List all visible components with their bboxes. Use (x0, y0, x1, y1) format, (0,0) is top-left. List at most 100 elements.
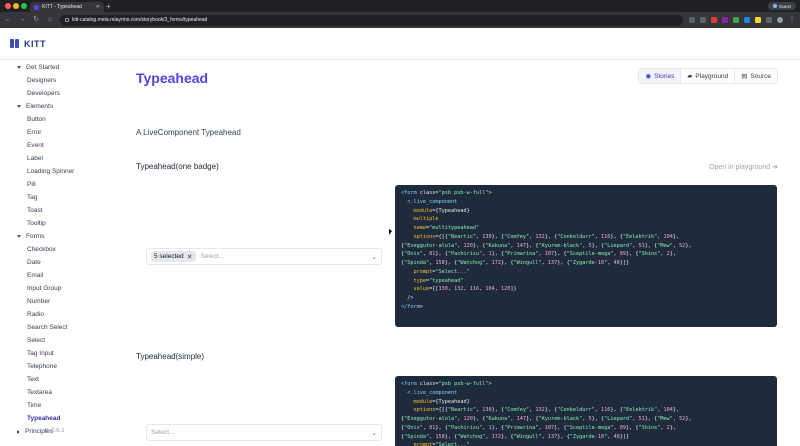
sidebar-group-get-started[interactable]: Get Started (0, 61, 108, 74)
sidebar: Get Started Designers Developers Elements Bu… (0, 60, 108, 446)
star-icon[interactable] (700, 17, 706, 23)
sidebar-item-developers[interactable]: Developers (0, 87, 108, 100)
favicon-icon (34, 4, 39, 10)
sidebar-item-pill[interactable]: Pill (0, 178, 108, 191)
maximize-window-button[interactable] (21, 3, 27, 9)
sidebar-item-email[interactable]: Email (0, 269, 108, 282)
tab-stories[interactable]: ◉ Stories (639, 69, 681, 83)
sidebar-group-label: Forms (26, 233, 45, 240)
sidebar-item-toast[interactable]: Toast (0, 204, 108, 217)
sidebar-item-error[interactable]: Error (0, 126, 108, 139)
sidebar-item-tag[interactable]: Tag (0, 191, 108, 204)
extension-icon[interactable] (744, 17, 750, 23)
sidebar-item-loading-spinner[interactable]: Loading Spinner (0, 165, 108, 178)
zoom-icon[interactable] (689, 17, 695, 23)
sidebar-item-radio[interactable]: Radio (0, 308, 108, 321)
browser-tab[interactable]: KITT - Typeahead ✕ (30, 2, 104, 12)
eye-icon: ◉ (645, 73, 652, 80)
profile-label: Guest (778, 3, 791, 9)
view-switcher: ◉ Stories ▰ Playground ▤ Source (638, 68, 778, 84)
open-in-playground-link[interactable]: Open in playground ➜ (709, 163, 778, 171)
caret-down-icon (17, 105, 21, 108)
address-bar[interactable]: kitt-catalog.meta.relayrms.com/storybook… (60, 14, 683, 26)
selected-count-badge: 5 selected ✕ (151, 251, 196, 262)
link-label: Open in playground (709, 164, 771, 171)
menu-icon[interactable]: ⋮ (788, 16, 796, 24)
forward-icon[interactable]: → (18, 16, 26, 24)
sidebar-group-elements[interactable]: Elements (0, 100, 108, 113)
typeahead-simple[interactable]: ⌄ (146, 424, 382, 441)
sidebar-item-tooltip[interactable]: Tooltip (0, 217, 108, 230)
file-icon: ▤ (741, 73, 748, 80)
sidebar-group-label: Get Started (26, 64, 60, 71)
sidebar-item-designers[interactable]: Designers (0, 74, 108, 87)
extension-icon[interactable] (711, 17, 717, 23)
chevron-down-icon[interactable]: ⌄ (371, 429, 377, 437)
sidebar-item-typeahead[interactable]: Typeahead (0, 412, 108, 425)
sidebar-item-search-select[interactable]: Search Select (0, 321, 108, 334)
browser-tabstrip: KITT - Typeahead ✕ + Guest (0, 0, 800, 12)
url-text: kitt-catalog.meta.relayrms.com/storybook… (72, 17, 208, 23)
sidebar-item-event[interactable]: Event (0, 139, 108, 152)
sidebar-group-forms[interactable]: Forms (0, 230, 108, 243)
tab-playground[interactable]: ▰ Playground (680, 69, 734, 83)
book-logo-icon (10, 39, 20, 48)
page-subtitle: A LiveComponent Typeahead (136, 128, 241, 137)
mouse-cursor-icon (389, 229, 392, 235)
caret-right-icon (17, 429, 20, 434)
extension-icon[interactable] (755, 17, 761, 23)
sidebar-item-select[interactable]: Select (0, 334, 108, 347)
sidebar-item-label[interactable]: Label (0, 152, 108, 165)
page: KITT Get Started Designers Developers Eleme… (0, 28, 800, 446)
sidebar-item-telephone[interactable]: Telephone (0, 360, 108, 373)
caret-down-icon (17, 235, 21, 238)
close-tab-icon[interactable]: ✕ (96, 4, 100, 10)
browser-toolbar: ← → ↻ ⌂ kitt-catalog.meta.relayrms.com/s… (0, 12, 800, 28)
extensions-icon[interactable] (766, 17, 772, 23)
version-text: 0.6.1 (51, 427, 65, 434)
back-icon[interactable]: ← (4, 16, 12, 24)
main-content: Typeahead A LiveComponent Typeahead ◉ St… (136, 60, 778, 446)
gamepad-icon: ▰ (687, 73, 693, 80)
sidebar-item-date[interactable]: Date (0, 256, 108, 269)
reload-icon[interactable]: ↻ (32, 16, 40, 24)
sidebar-item-text[interactable]: Text (0, 373, 108, 386)
home-icon[interactable]: ⌂ (46, 16, 54, 24)
profile-button[interactable]: Guest (767, 2, 796, 10)
sidebar-group-label: Elements (26, 103, 54, 110)
new-tab-icon[interactable]: + (106, 2, 111, 11)
typeahead-input[interactable] (151, 429, 367, 436)
github-icon: ◍ (44, 428, 50, 434)
extension-icon[interactable] (733, 17, 739, 23)
sidebar-item-input-group[interactable]: Input Group (0, 282, 108, 295)
sidebar-item-number[interactable]: Number (0, 295, 108, 308)
clear-selection-icon[interactable]: ✕ (187, 253, 193, 261)
tab-source[interactable]: ▤ Source (734, 69, 777, 83)
typeahead-multi[interactable]: 5 selected ✕ ⌄ (146, 248, 382, 265)
sidebar-item-tag-input[interactable]: Tag Input (0, 347, 108, 360)
minimize-window-button[interactable] (13, 3, 19, 9)
arrow-right-icon: ➜ (772, 164, 778, 171)
code-snippet: <form class="psb psb-w-full"> <.live_com… (395, 376, 777, 446)
sidebar-item-textarea[interactable]: Textarea (0, 386, 108, 399)
story-title: Typeahead(one badge) (136, 162, 219, 171)
sidebar-item-button[interactable]: Button (0, 113, 108, 126)
tab-label: Source (750, 72, 771, 80)
extension-icon[interactable] (722, 17, 728, 23)
sidebar-item-checkbox[interactable]: Checkbox (0, 243, 108, 256)
version-label: ◍ 0.6.1 (44, 427, 65, 435)
sidebar-item-time[interactable]: Time (0, 399, 108, 412)
profile-icon (772, 4, 777, 8)
badge-label: 5 selected (154, 253, 184, 260)
typeahead-input[interactable] (200, 253, 367, 260)
code-snippet: <form class="psb psb-w-full"> <.live_com… (395, 185, 777, 327)
close-window-button[interactable] (5, 3, 11, 9)
story-title: Typeahead(simple) (136, 352, 205, 361)
app-header: KITT (0, 28, 800, 60)
caret-down-icon (17, 66, 21, 69)
profile-icon[interactable] (777, 17, 783, 23)
chevron-down-icon[interactable]: ⌄ (371, 253, 377, 261)
tab-label: Playground (695, 72, 729, 80)
tab-label: Stories (654, 72, 675, 80)
logo-text[interactable]: KITT (24, 39, 46, 49)
